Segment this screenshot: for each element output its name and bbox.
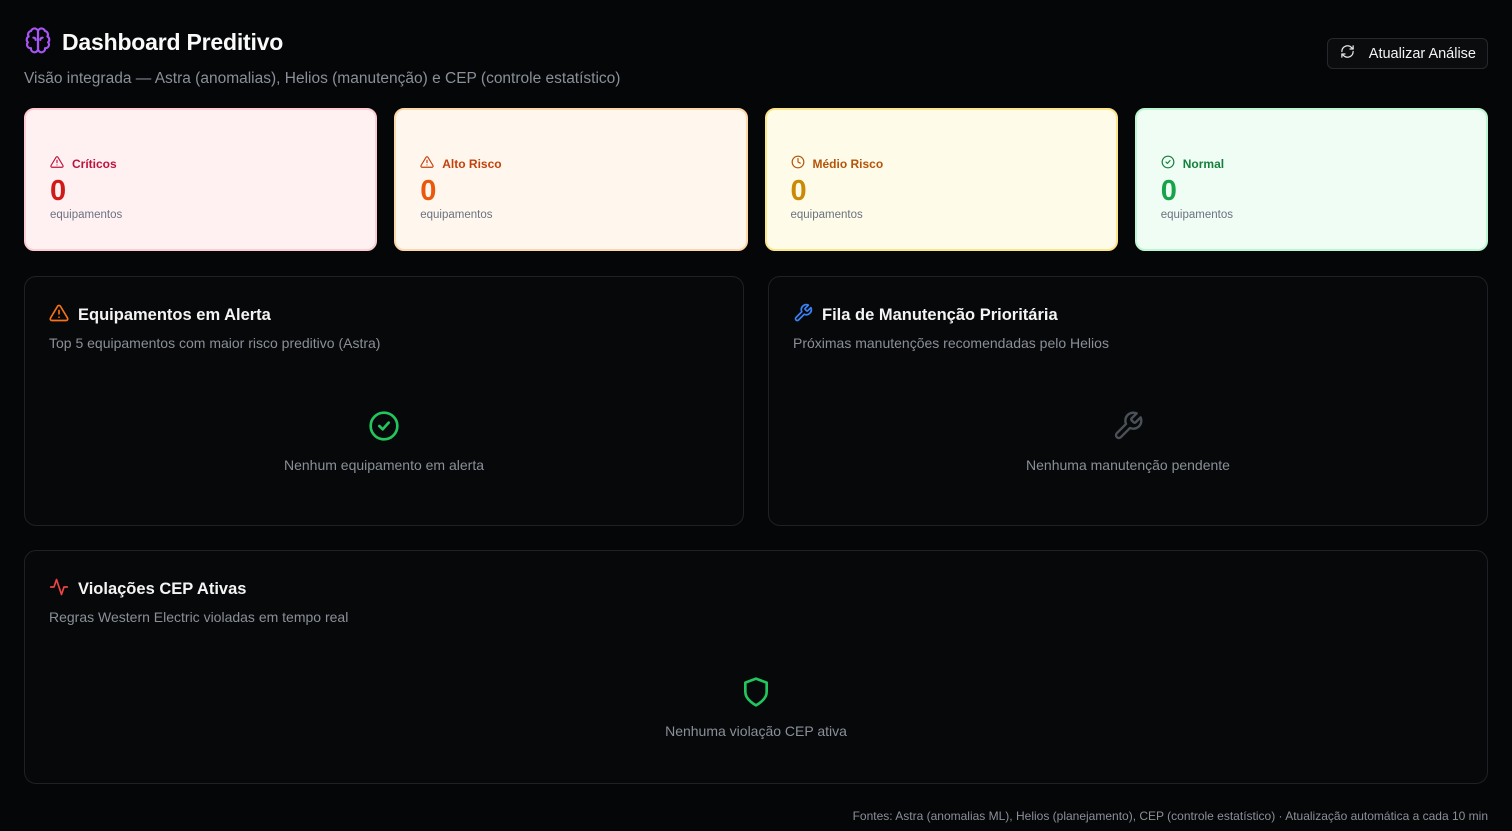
- wrench-icon: [793, 303, 813, 328]
- alert-equipment-panel: Equipamentos em Alerta Top 5 equipamento…: [24, 276, 744, 526]
- panel-header: Violações CEP Ativas: [49, 577, 246, 602]
- empty-state-text: Nenhuma violação CEP ativa: [665, 723, 847, 739]
- kpi-label-row: Críticos: [50, 155, 375, 172]
- dashboard-page: Dashboard Preditivo Visão integrada — As…: [0, 0, 1512, 831]
- footer-sources: Fontes: Astra (anomalias ML), Helios (pl…: [852, 809, 1488, 823]
- panel-header: Equipamentos em Alerta: [49, 303, 271, 328]
- kpi-card-normal: Normal 0 equipamentos: [1134, 108, 1488, 251]
- empty-state: Nenhuma manutenção pendente: [769, 410, 1487, 473]
- empty-state: Nenhuma violação CEP ativa: [25, 676, 1487, 739]
- refresh-icon: [1340, 44, 1355, 63]
- kpi-value: 0: [50, 175, 67, 207]
- brain-icon: [24, 26, 52, 59]
- check-circle-icon: [368, 410, 400, 447]
- panel-description: Próximas manutenções recomendadas pelo H…: [793, 335, 1109, 351]
- empty-state: Nenhum equipamento em alerta: [25, 410, 743, 473]
- wrench-icon: [1112, 410, 1144, 447]
- page-subtitle: Visão integrada — Astra (anomalias), Hel…: [24, 70, 621, 87]
- kpi-cards: Críticos 0 equipamentos Alto Risco 0 equ…: [24, 108, 1488, 251]
- shield-icon: [740, 676, 772, 713]
- panel-description: Top 5 equipamentos com maior risco predi…: [49, 335, 381, 351]
- kpi-card-critical: Críticos 0 equipamentos: [24, 108, 378, 251]
- panel-description: Regras Western Electric violadas em temp…: [49, 609, 349, 625]
- page-title: Dashboard Preditivo: [62, 29, 284, 55]
- alert-triangle-icon: [49, 303, 69, 328]
- panel-title: Equipamentos em Alerta: [78, 306, 271, 324]
- kpi-label-row: Normal: [1161, 155, 1486, 172]
- panel-title: Violações CEP Ativas: [78, 580, 247, 598]
- check-circle-icon: [1161, 155, 1175, 172]
- kpi-card-high-risk: Alto Risco 0 equipamentos: [394, 108, 748, 251]
- kpi-value: 0: [790, 175, 807, 207]
- panel-header: Fila de Manutenção Prioritária: [793, 303, 1058, 328]
- cep-violations-panel: Violações CEP Ativas Regras Western Elec…: [24, 550, 1488, 784]
- refresh-button-label: Atualizar Análise: [1368, 45, 1476, 62]
- activity-icon: [49, 577, 69, 602]
- kpi-label: Médio Risco: [812, 156, 884, 171]
- panel-title: Fila de Manutenção Prioritária: [822, 306, 1058, 324]
- kpi-unit: equipamentos: [1160, 209, 1233, 221]
- title-row: Dashboard Preditivo: [24, 26, 1488, 59]
- refresh-analysis-button[interactable]: Atualizar Análise: [1326, 38, 1488, 69]
- empty-state-text: Nenhum equipamento em alerta: [283, 457, 484, 473]
- maintenance-queue-panel: Fila de Manutenção Prioritária Próximas …: [768, 276, 1488, 526]
- clock-icon: [791, 155, 805, 172]
- kpi-label-row: Médio Risco: [791, 155, 1116, 172]
- kpi-label-row: Alto Risco: [420, 155, 745, 172]
- page-header: Dashboard Preditivo Visão integrada — As…: [24, 26, 1488, 87]
- kpi-value: 0: [1160, 175, 1177, 207]
- alert-triangle-icon: [420, 155, 434, 172]
- kpi-label: Críticos: [72, 156, 117, 171]
- kpi-label: Alto Risco: [442, 156, 502, 171]
- kpi-unit: equipamentos: [420, 209, 493, 221]
- kpi-value: 0: [420, 175, 437, 207]
- empty-state-text: Nenhuma manutenção pendente: [1026, 457, 1230, 473]
- alert-triangle-icon: [50, 155, 64, 172]
- kpi-unit: equipamentos: [50, 209, 123, 221]
- kpi-label: Normal: [1182, 156, 1225, 171]
- kpi-unit: equipamentos: [790, 209, 863, 221]
- kpi-card-medium-risk: Médio Risco 0 equipamentos: [764, 108, 1118, 251]
